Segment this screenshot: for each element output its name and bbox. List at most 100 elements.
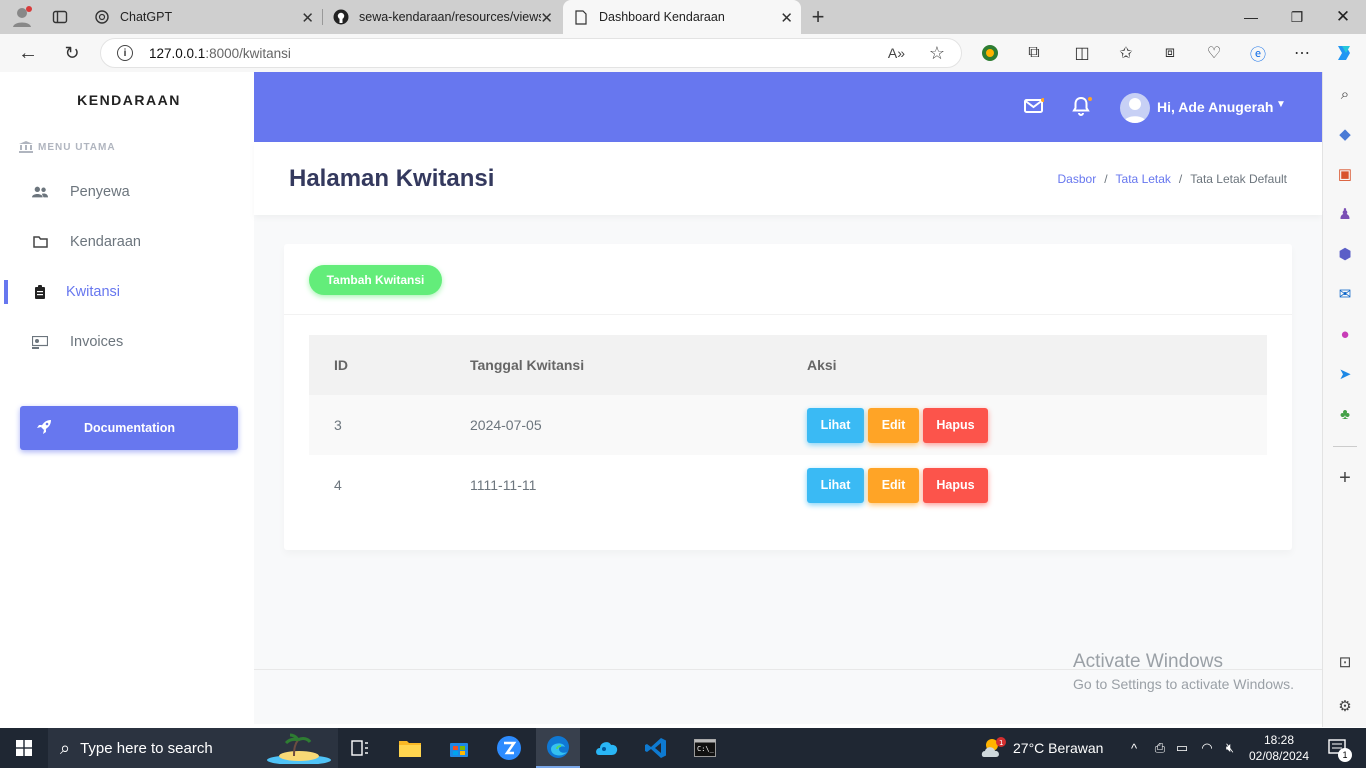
info-icon[interactable]: i xyxy=(117,45,133,61)
app-cloud-icon[interactable] xyxy=(585,728,629,768)
watermark-title: Activate Windows xyxy=(1073,651,1223,672)
profile-icon[interactable] xyxy=(10,4,34,28)
settings-gear-icon[interactable]: ⚙ xyxy=(1335,696,1355,716)
sidebar-item-kwitansi[interactable]: Kwitansi xyxy=(4,272,254,312)
volume-muted-icon[interactable]: 🔇︎ xyxy=(1220,728,1240,768)
avatar[interactable] xyxy=(1120,93,1150,123)
svg-text:C:\_: C:\_ xyxy=(697,745,715,753)
user-greeting[interactable]: Hi, Ade Anugerah xyxy=(1157,99,1273,115)
close-icon[interactable]: ✕ xyxy=(540,9,553,27)
window-controls: — ❐ ✕ xyxy=(1228,0,1366,34)
table-row: 3 2024-07-05 Lihat Edit Hapus xyxy=(309,395,1267,455)
documentation-button[interactable]: Documentation xyxy=(20,406,238,450)
close-window-icon[interactable]: ✕ xyxy=(1320,0,1366,34)
tab-github[interactable]: sewa-kendaraan/resources/views ✕ xyxy=(323,0,561,34)
task-view-icon[interactable] xyxy=(338,728,382,768)
extensions-puzzle-icon[interactable]: ⧉ xyxy=(1022,41,1046,65)
terminal-icon[interactable]: C:\_ xyxy=(683,728,727,768)
games-icon[interactable]: ♟ xyxy=(1335,204,1355,224)
notification-center-icon[interactable]: 1 xyxy=(1318,728,1358,768)
weather-icon[interactable]: 1 xyxy=(980,728,1008,768)
copilot-icon[interactable] xyxy=(1332,41,1356,65)
rocket-icon xyxy=(36,419,52,438)
sidebar-item-penyewa[interactable]: Penyewa xyxy=(4,172,254,212)
menu-header: MENU UTAMA xyxy=(19,141,116,153)
minimize-icon[interactable]: — xyxy=(1228,0,1274,34)
extension-icon[interactable] xyxy=(978,41,1002,65)
collections-icon[interactable]: ⧈ xyxy=(1158,41,1182,65)
split-screen-icon[interactable]: ◫ xyxy=(1070,41,1094,65)
tab-actions-icon[interactable] xyxy=(48,5,72,29)
tab-title: sewa-kendaraan/resources/views xyxy=(359,10,541,24)
cell-id: 3 xyxy=(334,417,342,433)
new-tab-icon[interactable]: + xyxy=(806,4,830,29)
cell-actions: Lihat Edit Hapus xyxy=(807,455,992,515)
edge-bar-icon[interactable]: ⓔ xyxy=(1246,41,1270,65)
zoom-app-icon[interactable] xyxy=(487,728,531,768)
page-title: Halaman Kwitansi xyxy=(289,165,495,192)
designer-icon[interactable]: ● xyxy=(1335,324,1355,344)
chevron-up-icon[interactable]: ^ xyxy=(1124,728,1144,768)
watermark-subtitle: Go to Settings to activate Windows. xyxy=(1073,676,1294,692)
microsoft-store-icon[interactable] xyxy=(437,728,481,768)
send-icon[interactable]: ➤ xyxy=(1335,364,1355,384)
address-bar[interactable]: i 127.0.0.1:8000/kwitansi A» ☆ xyxy=(100,38,962,68)
more-menu-icon[interactable]: ⋯ xyxy=(1290,41,1314,65)
sidebar-item-invoices[interactable]: Invoices xyxy=(4,322,254,362)
favorites-icon[interactable]: ✩ xyxy=(1114,41,1138,65)
close-icon[interactable]: ✕ xyxy=(780,9,793,27)
bell-icon[interactable] xyxy=(1072,96,1092,121)
wifi-icon[interactable]: ◠ xyxy=(1196,728,1218,768)
screenshot-icon[interactable]: ⊡ xyxy=(1335,652,1355,672)
hapus-button[interactable]: Hapus xyxy=(923,467,988,503)
restore-icon[interactable]: ❐ xyxy=(1274,0,1320,34)
clipboard-icon xyxy=(32,284,48,300)
sidebar-item-kendaraan[interactable]: Kendaraan xyxy=(4,222,254,262)
edit-button[interactable]: Edit xyxy=(868,467,919,503)
tambah-kwitansi-button[interactable]: Tambah Kwitansi xyxy=(309,265,442,295)
main-sidebar: KENDARAAN MENU UTAMA Penyewa Kendaraan K… xyxy=(4,72,254,724)
sidebar-item-label: Penyewa xyxy=(70,184,130,200)
column-header-aksi: Aksi xyxy=(807,357,837,373)
sidebar-item-label: Invoices xyxy=(70,334,124,350)
weather-text[interactable]: 27°C Berawan xyxy=(1013,728,1113,768)
activation-watermark: Activate Windows Go to Settings to activ… xyxy=(1073,651,1294,692)
breadcrumb: Dasbor / Tata Letak / Tata Letak Default xyxy=(1058,172,1287,186)
file-explorer-icon[interactable] xyxy=(388,728,432,768)
tab-dashboard[interactable]: Dashboard Kendaraan ✕ xyxy=(563,0,801,34)
caret-down-icon[interactable]: ▼ xyxy=(1276,99,1286,110)
refresh-icon[interactable]: ↻ xyxy=(60,41,84,65)
windows-start-icon[interactable] xyxy=(0,728,48,768)
back-icon[interactable]: ← xyxy=(16,41,40,65)
lihat-button[interactable]: Lihat xyxy=(807,467,864,503)
vscode-icon[interactable] xyxy=(634,728,678,768)
add-icon[interactable]: + xyxy=(1335,467,1355,489)
tree-icon[interactable]: ♣ xyxy=(1335,404,1355,424)
lihat-button[interactable]: Lihat xyxy=(807,407,864,443)
folder-icon xyxy=(32,234,48,250)
clock[interactable]: 18:28 02/08/2024 xyxy=(1246,728,1312,768)
tools-icon[interactable]: ▣ xyxy=(1335,164,1355,184)
office-icon[interactable]: ⬢ xyxy=(1335,244,1355,264)
edit-button[interactable]: Edit xyxy=(868,407,919,443)
envelope-icon[interactable] xyxy=(1024,98,1045,119)
breadcrumb-item-dasbor[interactable]: Dasbor xyxy=(1058,172,1097,186)
search-icon[interactable]: ⌕ xyxy=(1335,84,1355,104)
svg-text:1: 1 xyxy=(999,739,1003,747)
sidebar-brand[interactable]: KENDARAAN xyxy=(4,92,254,108)
taskbar-search-box[interactable]: ⌕ Type here to search xyxy=(48,728,338,768)
breadcrumb-item-tata-letak[interactable]: Tata Letak xyxy=(1116,172,1171,186)
performance-icon[interactable]: ♡ xyxy=(1202,41,1226,65)
hapus-button[interactable]: Hapus xyxy=(923,407,988,443)
cell-actions: Lihat Edit Hapus xyxy=(807,395,992,455)
favorite-star-icon[interactable]: ☆ xyxy=(929,43,945,64)
outlook-icon[interactable]: ✉ xyxy=(1335,284,1355,304)
close-icon[interactable]: ✕ xyxy=(301,9,314,27)
battery-icon[interactable]: ▭ xyxy=(1172,728,1192,768)
edge-browser-icon[interactable] xyxy=(536,728,580,768)
read-aloud-icon[interactable]: A» xyxy=(888,45,905,61)
browser-toolbar: ← ↻ i 127.0.0.1:8000/kwitansi A» ☆ ⧉ ◫ ✩… xyxy=(0,34,1366,72)
tab-chatgpt[interactable]: ChatGPT ✕ xyxy=(84,0,322,34)
shopping-tag-icon[interactable]: ◆ xyxy=(1335,124,1355,144)
meet-now-icon[interactable]: ⎙ xyxy=(1150,728,1170,768)
